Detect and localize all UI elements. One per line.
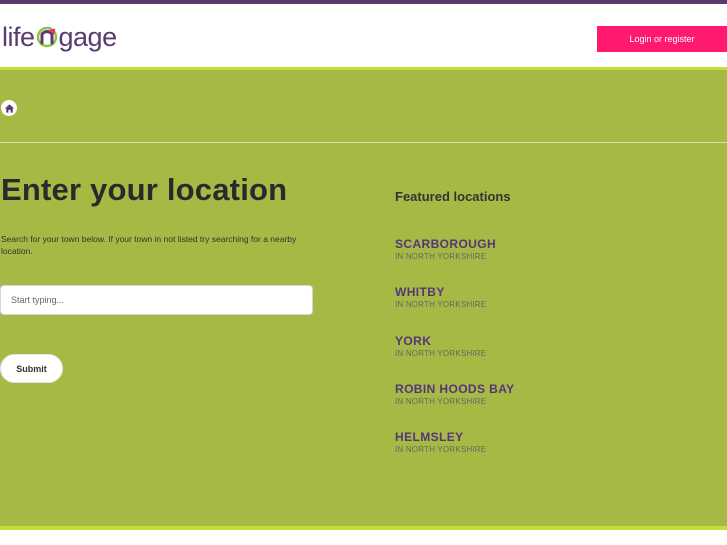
location-link-robin-hoods-bay[interactable]: ROBIN HOODS BAY [395,382,515,396]
location-link-york[interactable]: YORK [395,334,515,348]
submit-button[interactable]: Submit [0,354,63,383]
location-region: IN NORTH YORKSHIRE [395,252,487,261]
location-region: IN NORTH YORKSHIRE [395,300,487,310]
home-icon[interactable] [1,100,17,116]
featured-location-item: ROBIN HOODS BAY IN NORTH YORKSHIRE [395,382,515,430]
intro-text: Search for your town below. If your town… [1,234,297,256]
logo-n-icon [36,26,58,48]
location-link-helmsley[interactable]: HELMSLEY [395,430,515,444]
login-register-button[interactable]: Login or register [597,26,727,52]
featured-locations-title: Featured locations [395,189,511,204]
logo-text-gage: gage [58,22,118,52]
location-region: IN NORTH YORKSHIRE [395,348,487,358]
main-content: Enter your location Search for your town… [0,70,727,526]
featured-location-item: WHITBY IN NORTH YORKSHIRE [395,285,515,333]
site-header: life gage Login or register [0,4,727,67]
featured-location-item: HELMSLEY IN NORTH YORKSHIRE [395,430,515,478]
page-title: Enter your location [1,172,288,207]
featured-location-item: YORK IN NORTH YORKSHIRE [395,334,515,382]
location-link-whitby[interactable]: WHITBY [395,285,515,299]
location-region: IN NORTH YORKSHIRE [395,396,487,406]
location-region: IN NORTH YORKSHIRE [395,445,487,455]
footer-accent-line [0,526,727,530]
logo-text-life: life [2,22,35,52]
location-link-scarborough[interactable]: SCARBOROUGH [395,237,515,251]
site-logo[interactable]: life gage [2,22,117,52]
featured-location-item: SCARBOROUGH IN NORTH YORKSHIRE [395,237,515,285]
location-search-input[interactable] [0,285,313,315]
featured-locations-list: SCARBOROUGH IN NORTH YORKSHIRE WHITBY IN… [395,237,515,478]
breadcrumb-divider [0,142,727,143]
